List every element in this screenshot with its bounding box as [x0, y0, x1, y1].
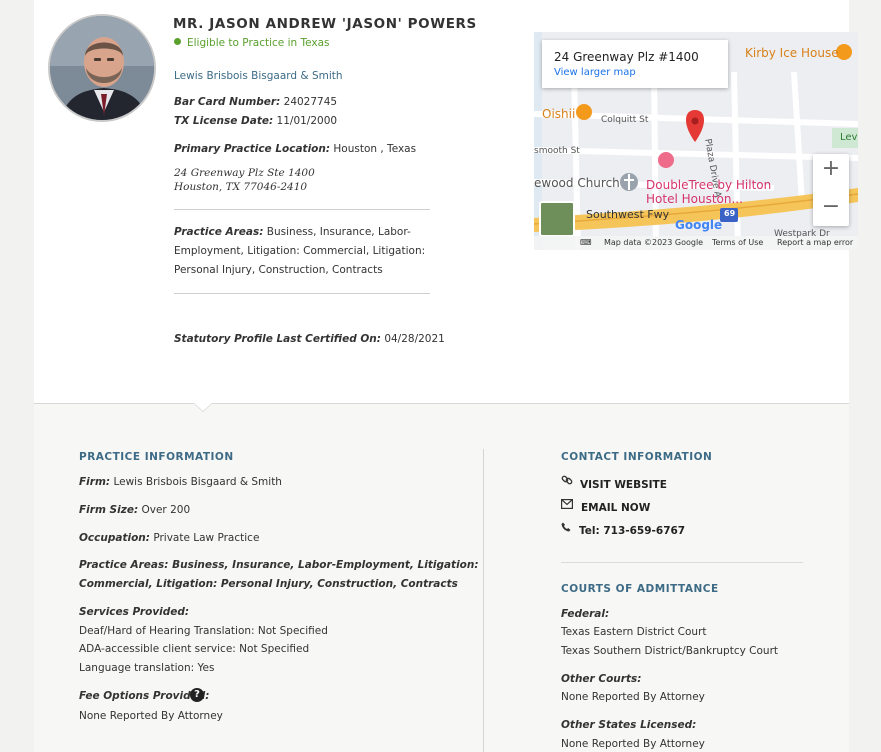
- occupation-row: Occupation: Private Law Practice: [79, 532, 260, 544]
- zoom-out-button[interactable]: −: [813, 194, 849, 226]
- map-info-card: [542, 40, 728, 88]
- practice-areas-line: Personal Injury, Construction, Contracts: [174, 264, 383, 276]
- practice-areas-summary: Practice Areas: Business, Insurance, Lab…: [174, 226, 411, 238]
- attorney-name: MR. JASON ANDREW 'JASON' POWERS: [173, 16, 477, 32]
- map-label: Hotel Houston...: [646, 192, 743, 206]
- service-item: ADA-accessible client service: Not Speci…: [79, 643, 310, 655]
- map-label: Lev: [840, 132, 858, 143]
- telephone[interactable]: Tel: 713-659-6767: [579, 525, 685, 537]
- map-place-title: 24 Greenway Plz #1400: [554, 50, 699, 64]
- service-item: Deaf/Hard of Hearing Translation: Not Sp…: [79, 625, 328, 637]
- tx-license-row: TX License Date: 11/01/2000: [174, 115, 338, 127]
- address-line-2: Houston, TX 77046-2410: [174, 181, 308, 193]
- email-icon: [561, 499, 573, 509]
- primary-location-row: Primary Practice Location: Houston , Tex…: [174, 143, 417, 155]
- federal-label: Federal:: [561, 608, 610, 620]
- courts-title: COURTS OF ADMITTANCE: [561, 583, 719, 595]
- view-larger-map-link[interactable]: View larger map: [554, 67, 636, 78]
- map-label: Oishii: [542, 107, 576, 121]
- court-item: Texas Eastern District Court: [561, 626, 707, 638]
- practice-areas-row: Practice Areas: Business, Insurance, Lab…: [79, 559, 479, 571]
- map-data-credit: Map data ©2023 Google: [604, 238, 704, 247]
- visit-website-link[interactable]: VISIT WEBSITE: [580, 479, 667, 491]
- highway-shield: 69: [724, 209, 736, 218]
- contact-info-title: CONTACT INFORMATION: [561, 451, 713, 463]
- services-label: Services Provided:: [79, 606, 190, 618]
- practice-areas-line: Commercial, Litigation: Personal Injury,…: [79, 578, 458, 590]
- email-now-link[interactable]: EMAIL NOW: [581, 502, 650, 514]
- divider: [174, 293, 430, 294]
- location-map[interactable]: 24 Greenway Plz #1400 View larger map Ki…: [534, 32, 858, 250]
- map-label: Southwest Fwy: [586, 208, 670, 221]
- report-map-error-link[interactable]: Report a map error: [777, 238, 853, 247]
- other-courts-value: None Reported By Attorney: [561, 691, 705, 703]
- address-line-1: 24 Greenway Plz Ste 1400: [174, 167, 315, 179]
- firm-size-row: Firm Size: Over 200: [79, 504, 191, 516]
- other-courts-label: Other Courts:: [561, 673, 642, 685]
- map-label: Kirby Ice House: [745, 46, 839, 60]
- google-logo: Google: [675, 218, 723, 232]
- keyboard-shortcuts-icon[interactable]: ⌨: [580, 238, 592, 247]
- firm-row: Firm: Lewis Brisbois Bisgaard & Smith: [79, 476, 282, 488]
- practice-areas-line: Employment, Litigation: Commercial, Liti…: [174, 245, 426, 257]
- court-item: Texas Southern District/Bankruptcy Court: [561, 645, 779, 657]
- attorney-photo: [48, 14, 156, 122]
- divider: [561, 562, 803, 563]
- practice-info-title: PRACTICE INFORMATION: [79, 451, 234, 463]
- other-states-label: Other States Licensed:: [561, 719, 697, 731]
- map-label: smooth St: [534, 146, 580, 156]
- firm-link[interactable]: Lewis Brisbois Bisgaard & Smith: [174, 70, 343, 82]
- help-icon[interactable]: ?: [190, 688, 204, 702]
- service-item: Language translation: Yes: [79, 662, 215, 674]
- certified-row: Statutory Profile Last Certified On: 04/…: [174, 333, 445, 345]
- other-states-value: None Reported By Attorney: [561, 738, 705, 750]
- eligibility-status: Eligible to Practice in Texas: [174, 37, 330, 49]
- map-label: ewood Church: [534, 176, 620, 190]
- status-dot-icon: [174, 38, 181, 45]
- phone-icon: [561, 522, 571, 532]
- map-label: Colquitt St: [601, 115, 649, 125]
- terms-of-use-link[interactable]: Terms of Use: [712, 238, 763, 247]
- column-divider: [483, 449, 484, 752]
- link-icon: [561, 475, 573, 485]
- fee-options-value: None Reported By Attorney: [79, 710, 223, 722]
- divider: [174, 209, 430, 210]
- bar-card-row: Bar Card Number: 24027745: [174, 96, 338, 108]
- zoom-in-button[interactable]: +: [813, 156, 849, 188]
